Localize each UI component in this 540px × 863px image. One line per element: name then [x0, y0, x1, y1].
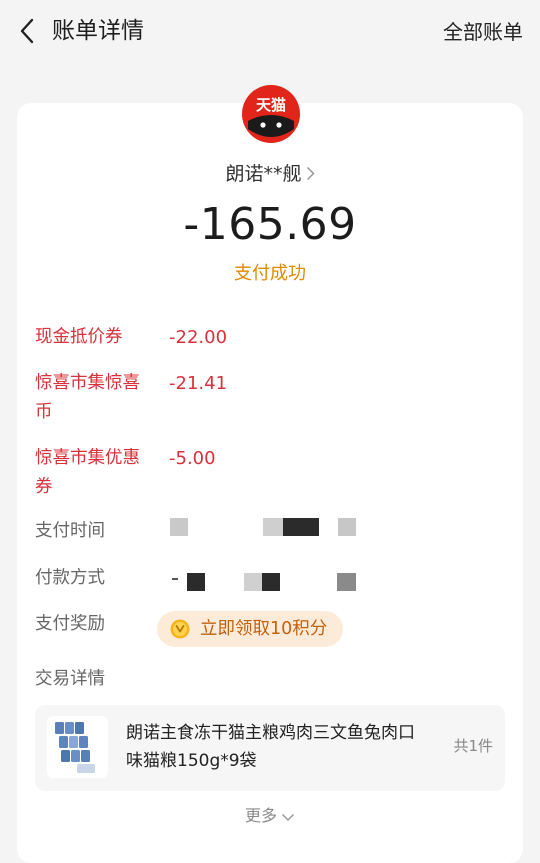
- product-quantity: 共1件: [453, 737, 493, 755]
- discount-value-surprise-coupon: -5.00: [169, 448, 216, 469]
- pay-method-label: 付款方式: [35, 568, 105, 588]
- product-thumbnail: [47, 716, 108, 778]
- coin-icon: [170, 619, 190, 639]
- all-bills-link[interactable]: 全部账单: [443, 16, 523, 48]
- discount-value-surprise-coin: -21.41: [169, 373, 228, 394]
- product-item[interactable]: 朗诺主食冻干猫主粮鸡肉三文鱼兔肉口味猫粮150g*9袋 共1件: [35, 705, 505, 791]
- more-label: 更多: [244, 806, 277, 825]
- merchant-name-link[interactable]: 朗诺**舰: [17, 160, 523, 189]
- discount-label-surprise-coupon: 惊喜市集优惠券: [35, 448, 140, 497]
- reward-label: 支付奖励: [35, 614, 105, 634]
- top-bar: 账单详情 全部账单: [0, 0, 540, 62]
- more-button[interactable]: 更多: [17, 803, 523, 830]
- claim-points-button[interactable]: 立即领取10积分: [157, 611, 343, 647]
- discount-value-cash-coupon: -22.00: [169, 327, 228, 348]
- payment-amount: -165.69: [183, 199, 357, 250]
- bill-card: 天猫 朗诺**舰 -165.69 支付成功 现金抵价券 -22.00 惊喜市集惊…: [17, 85, 523, 863]
- chevron-left-icon: [20, 18, 34, 44]
- page-title: 账单详情: [52, 18, 144, 44]
- trade-detail-label: 交易详情: [35, 669, 105, 689]
- claim-points-label: 立即领取10积分: [200, 619, 328, 639]
- tmall-logo-text: 天猫: [256, 96, 286, 114]
- chevron-down-icon: [281, 804, 295, 830]
- payment-status: 支付成功: [234, 263, 306, 284]
- tmall-logo: 天猫: [242, 85, 300, 143]
- back-button[interactable]: [14, 16, 40, 46]
- discount-label-surprise-coin: 惊喜市集惊喜币: [35, 373, 140, 422]
- merchant-name: 朗诺**舰: [225, 163, 302, 185]
- discount-label-cash-coupon: 现金抵价券: [35, 327, 123, 347]
- product-name: 朗诺主食冻干猫主粮鸡肉三文鱼兔肉口味猫粮150g*9袋: [126, 723, 415, 771]
- pay-time-label: 支付时间: [35, 521, 105, 541]
- chevron-right-icon: [306, 161, 315, 189]
